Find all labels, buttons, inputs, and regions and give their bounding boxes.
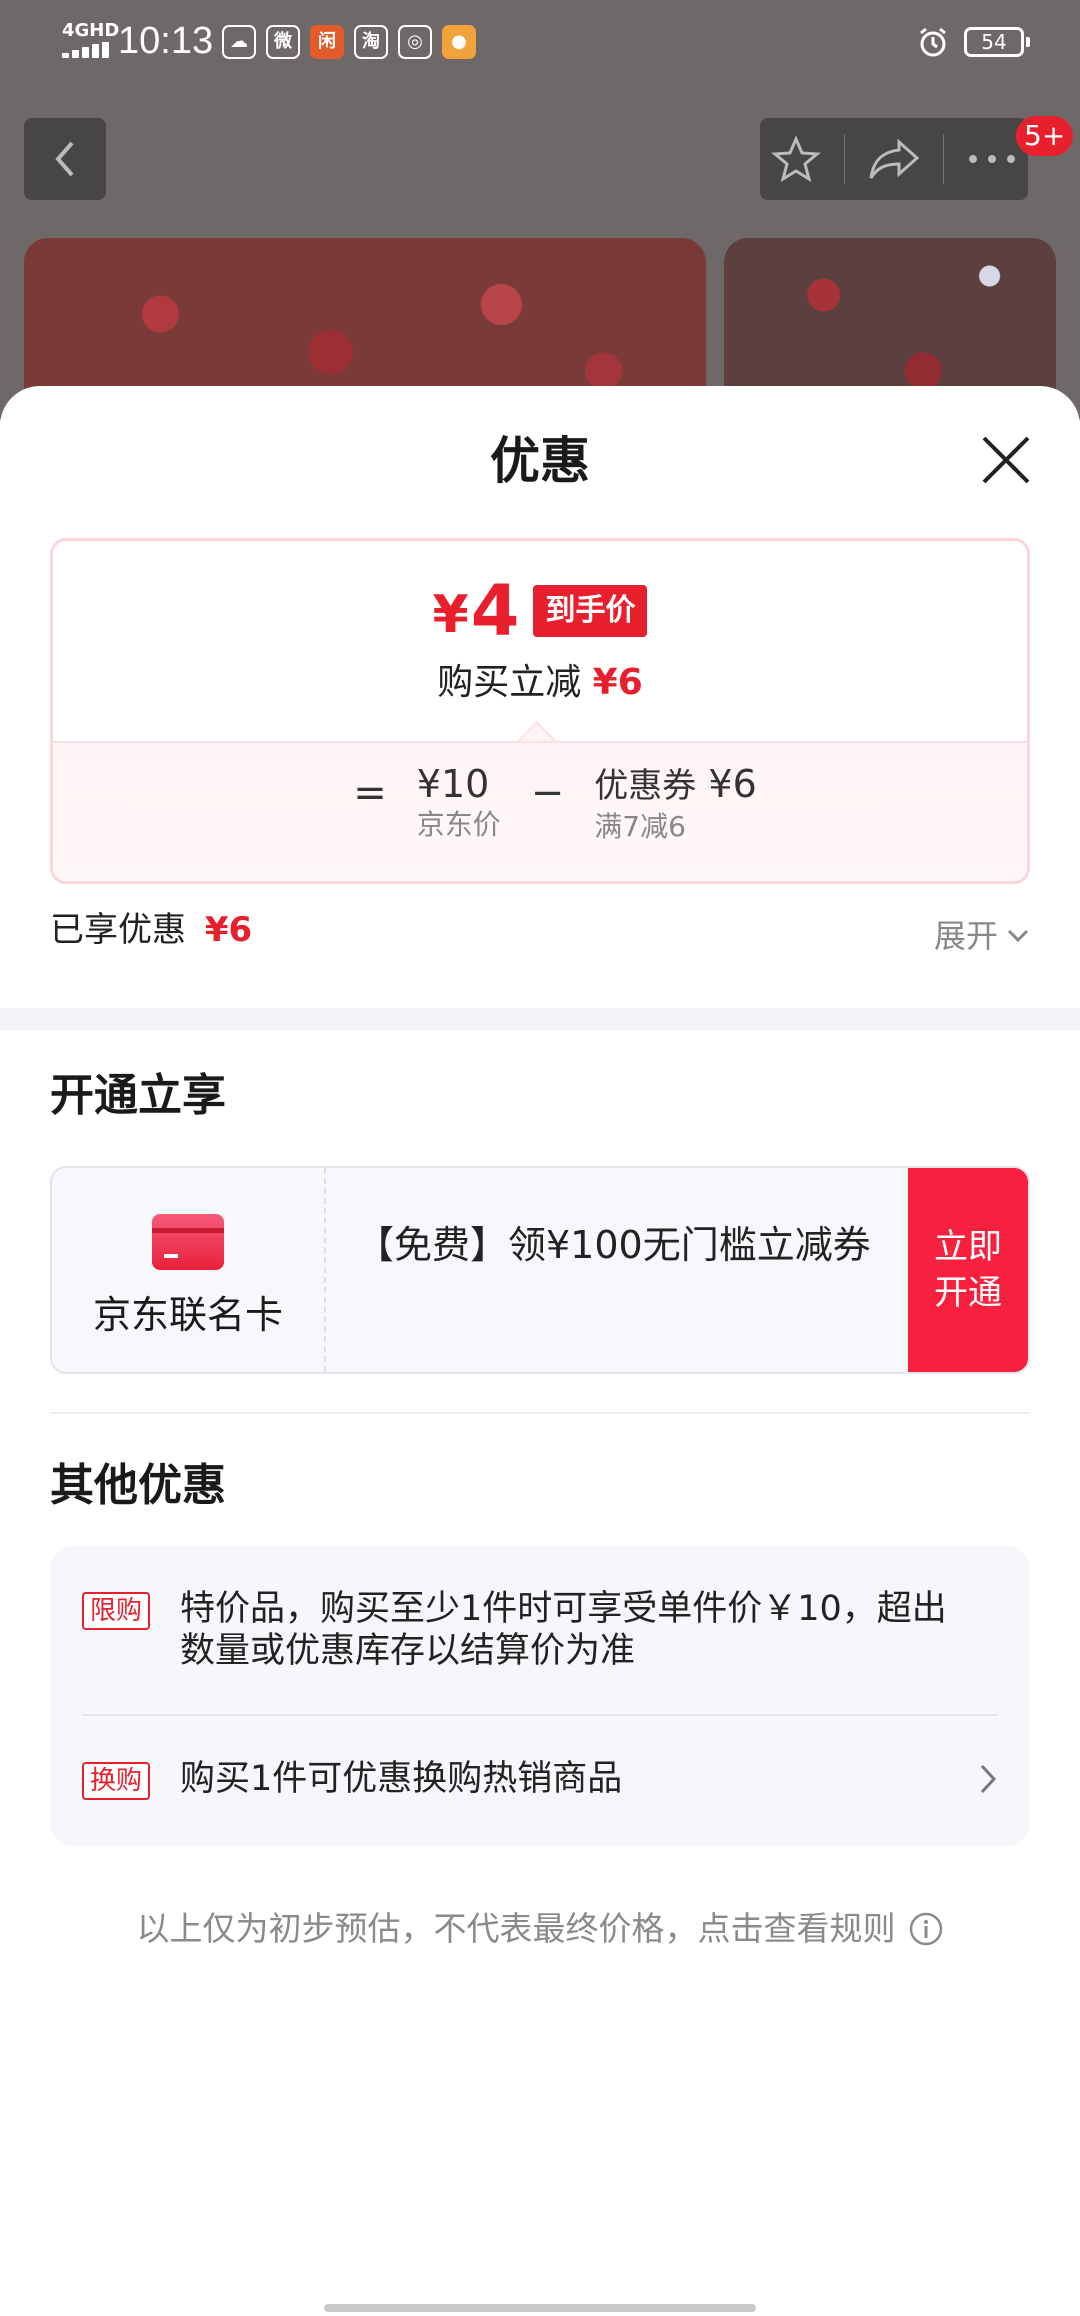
battery-indicator: 54	[964, 27, 1030, 57]
status-bar: 4GHD 10:13 ☁ 微闲淘 ◎ ● 54	[0, 0, 1080, 84]
app-circle-icon: ◎	[398, 25, 432, 59]
jd-price-value: ¥10	[416, 762, 490, 806]
coupon-condition: 满7减6	[594, 810, 686, 843]
card-name: 京东联名卡	[92, 1293, 283, 1337]
reduction-label: 购买立减	[437, 662, 582, 703]
network-type: 4GHD	[62, 20, 120, 41]
credit-card-icon	[152, 1214, 224, 1270]
info-icon[interactable]	[908, 1911, 944, 1947]
alarm-icon	[920, 27, 946, 57]
final-price-area: ¥ 4 到手价 购买立减 ¥6	[53, 541, 1027, 741]
top-action-group	[760, 118, 1028, 200]
chevron-left-icon	[55, 141, 74, 177]
signal-icon	[62, 42, 110, 58]
divider	[82, 1714, 998, 1716]
trade-in-badge: 换购	[82, 1762, 151, 1800]
enjoyed-discount: 已享优惠 ¥6	[50, 908, 252, 952]
product-page-background: 4GHD 10:13 ☁ 微闲淘 ◎ ● 54 5+	[0, 0, 1080, 428]
co-branded-card-offer[interactable]: 京东联名卡 【免费】领¥100无门槛立减券 立即开通	[50, 1166, 1030, 1374]
app-yellow-icon: ●	[442, 25, 476, 59]
taobao-icon: 淘	[354, 25, 388, 59]
coupon-value: ¥6	[708, 762, 757, 806]
divider	[50, 1412, 1030, 1414]
reduction-amount: ¥6	[592, 662, 643, 703]
more-icon[interactable]	[967, 153, 1017, 165]
back-button[interactable]	[24, 118, 106, 200]
open-now-label: 立即开通	[934, 1227, 1002, 1313]
final-price-line: ¥ 4 到手价	[53, 570, 1027, 652]
chevron-right-icon	[980, 1764, 997, 1794]
coupon-line: 优惠券 ¥6	[594, 761, 756, 809]
clock: 10:13	[118, 20, 214, 62]
app-xian-icon: 闲	[310, 25, 344, 59]
equals-sign: =	[353, 770, 387, 816]
price-breakdown-card: ¥ 4 到手价 购买立减 ¥6 = ¥10 京东价 − 优惠券 ¥6 满7减6	[50, 538, 1030, 884]
expand-label: 展开	[933, 917, 998, 955]
open-section-title: 开通立享	[50, 1070, 226, 1121]
open-now-button[interactable]: 立即开通	[908, 1168, 1028, 1372]
coupon-term: 优惠券 ¥6 满7减6	[594, 761, 756, 845]
weather-cloud-icon: ☁	[222, 25, 256, 59]
trade-in-text: 购买1件可优惠换购热销商品	[180, 1759, 623, 1799]
chevron-down-icon	[1007, 929, 1029, 943]
other-section-title: 其他优惠	[50, 1460, 226, 1511]
jd-price-label: 京东价	[416, 808, 501, 841]
other-discounts-list: 限购 特价品，购买至少1件时可享受单件价￥10，超出数量或优惠库存以结算价为准 …	[50, 1546, 1030, 1846]
card-offer-description: 【免费】领¥100无门槛立减券	[356, 1223, 871, 1267]
enjoyed-label: 已享优惠	[50, 910, 186, 950]
price-formula-area: = ¥10 京东价 − 优惠券 ¥6 满7减6	[53, 741, 1027, 881]
final-price-tag: 到手价	[533, 585, 648, 637]
list-item-limited-purchase: 限购 特价品，购买至少1件时可享受单件价￥10，超出数量或优惠库存以结算价为准	[82, 1588, 998, 1688]
notification-icons: ☁ 微闲淘 ◎ ●	[222, 22, 476, 62]
expand-button[interactable]: 展开	[934, 914, 1030, 958]
currency-symbol: ¥	[432, 585, 469, 645]
divider	[943, 134, 945, 184]
rules-note-text: 以上仅为初步预估，不代表最终价格，点击查看规则	[136, 1909, 896, 1948]
close-icon[interactable]	[974, 428, 1038, 492]
divider	[843, 134, 845, 184]
star-icon[interactable]	[771, 134, 822, 184]
list-item-trade-in[interactable]: 换购 购买1件可优惠换购热销商品	[82, 1758, 998, 1808]
card-brand: 京东联名卡	[52, 1168, 326, 1372]
instant-reduction: 购买立减 ¥6	[53, 661, 1027, 705]
final-price-amount: 4	[470, 570, 520, 652]
jd-price-term: ¥10 京东价	[417, 761, 501, 843]
weibo-icon: 微	[266, 25, 300, 59]
status-right: 54	[916, 22, 1030, 62]
discount-sheet: 优惠 ¥ 4 到手价 购买立减 ¥6 = ¥10 京东价 − 优惠券 ¥6 满7…	[0, 386, 1080, 2316]
minus-sign: −	[530, 770, 565, 816]
sheet-title: 优惠	[490, 432, 590, 490]
share-icon[interactable]	[867, 136, 921, 182]
section-separator	[0, 1008, 1080, 1030]
enjoyed-amount: ¥6	[204, 910, 253, 950]
price-formula: = ¥10 京东价 − 优惠券 ¥6 满7减6	[53, 761, 1027, 845]
limited-purchase-badge: 限购	[82, 1592, 151, 1630]
message-count-badge: 5+	[1016, 116, 1074, 156]
coupon-label: 优惠券	[594, 766, 697, 806]
rules-note[interactable]: 以上仅为初步预估，不代表最终价格，点击查看规则	[0, 1906, 1080, 1952]
limited-purchase-text: 特价品，购买至少1件时可享受单件价￥10，超出数量或优惠库存以结算价为准	[180, 1589, 947, 1671]
home-indicator[interactable]	[324, 2304, 756, 2312]
